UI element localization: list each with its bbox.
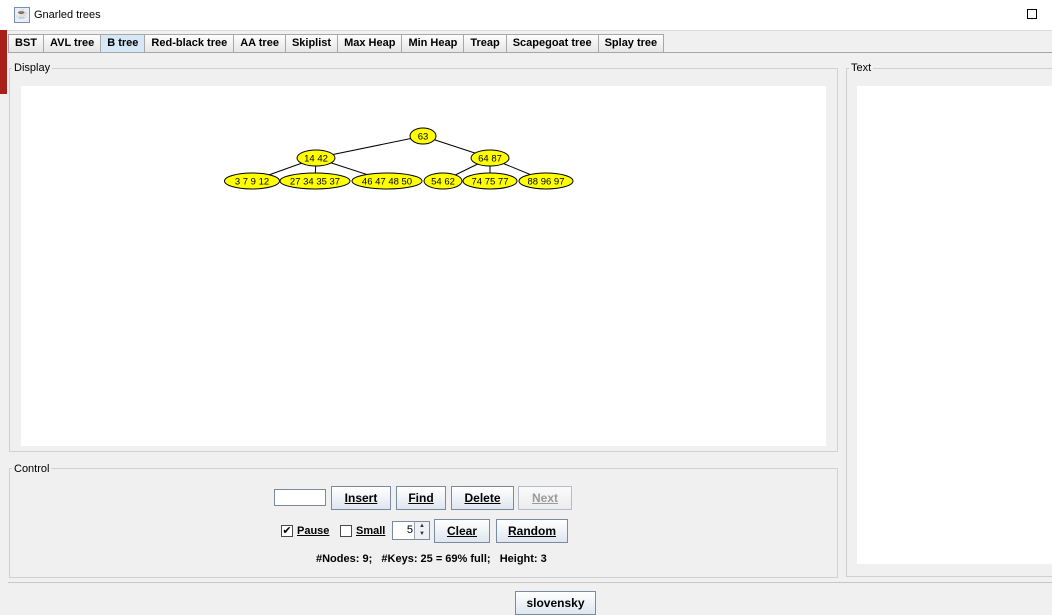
node-keys: 14 42	[304, 154, 328, 165]
display-panel-title: Display	[12, 62, 53, 74]
tab-treap[interactable]: Treap	[463, 34, 507, 52]
spin-up-icon[interactable]: ▲	[415, 522, 429, 530]
value-input[interactable]	[274, 489, 326, 506]
tree-node-root: 63	[409, 127, 437, 145]
spin-down-icon[interactable]: ▼	[415, 530, 429, 538]
node-keys: 46 47 48 50	[362, 177, 412, 188]
node-keys: 88 96 97	[528, 177, 565, 188]
node-keys: 54 62	[431, 177, 455, 188]
language-button[interactable]: slovensky	[515, 591, 596, 615]
tab-avl-tree[interactable]: AVL tree	[43, 34, 102, 52]
small-checkbox[interactable]	[340, 525, 352, 537]
random-button[interactable]: Random	[496, 519, 568, 543]
tab-splay-tree[interactable]: Splay tree	[597, 34, 665, 52]
tree-node-internal: 64 87	[470, 149, 510, 167]
text-panel-title: Text	[849, 62, 874, 74]
degree-spinner[interactable]: 5 ▲ ▼	[392, 521, 430, 540]
node-keys: 27 34 35 37	[290, 177, 340, 188]
background-window-edge	[0, 30, 7, 94]
text-output-area[interactable]	[857, 86, 1052, 564]
b-tree-diagram: 63 14 42 64 87 3 7 9 12 27 34 35 37 46 47 48 …	[224, 127, 574, 190]
node-keys: 74 75 77	[472, 177, 509, 188]
pause-checkbox[interactable]: ✔	[281, 525, 293, 537]
spinner-buttons: ▲ ▼	[414, 522, 429, 539]
divider	[8, 582, 1052, 583]
next-button[interactable]: Next	[518, 486, 572, 510]
node-keys: 63	[418, 132, 429, 143]
control-panel-title: Control	[12, 463, 52, 475]
tree-canvas[interactable]: 63 14 42 64 87 3 7 9 12 27 34 35 37 46 47 48 …	[21, 86, 826, 446]
maximize-button[interactable]	[1027, 9, 1037, 19]
tab-max-heap[interactable]: Max Heap	[337, 34, 403, 52]
node-keys: 3 7 9 12	[235, 177, 269, 188]
tree-node-leaf: 54 62	[423, 172, 463, 190]
pause-label[interactable]: Pause	[297, 525, 329, 537]
clear-button[interactable]: Clear	[434, 519, 490, 543]
tree-node-leaf: 46 47 48 50	[351, 172, 423, 190]
tree-node-leaf: 74 75 77	[462, 172, 518, 190]
tree-node-leaf: 27 34 35 37	[279, 172, 351, 190]
tab-skiplist[interactable]: Skiplist	[284, 34, 339, 52]
tree-node-leaf: 88 96 97	[518, 172, 574, 190]
insert-button[interactable]: Insert	[331, 486, 391, 510]
tab-aa-tree[interactable]: AA tree	[233, 34, 286, 52]
title-bar: ☕ Gnarled trees	[0, 0, 1052, 31]
small-label[interactable]: Small	[356, 525, 385, 537]
degree-value: 5	[406, 524, 413, 536]
tab-b-tree[interactable]: B tree	[100, 34, 146, 53]
tab-scapegoat-tree[interactable]: Scapegoat tree	[505, 34, 599, 52]
find-button[interactable]: Find	[396, 486, 446, 510]
tab-bst[interactable]: BST	[8, 34, 44, 52]
tab-red-black-tree[interactable]: Red-black tree	[144, 34, 235, 52]
tree-statistics: #Nodes: 9; #Keys: 25 = 69% full; Height:…	[316, 553, 547, 565]
tab-min-heap[interactable]: Min Heap	[401, 34, 465, 52]
tab-strip: BST AVL tree B tree Red-black tree AA tree Sk…	[8, 34, 1052, 54]
node-keys: 64 87	[478, 154, 502, 165]
tree-node-leaf: 3 7 9 12	[224, 172, 280, 190]
tree-node-internal: 14 42	[296, 149, 336, 167]
java-app-icon: ☕	[14, 7, 30, 23]
window-title: Gnarled trees	[34, 9, 101, 21]
delete-button[interactable]: Delete	[451, 486, 514, 510]
